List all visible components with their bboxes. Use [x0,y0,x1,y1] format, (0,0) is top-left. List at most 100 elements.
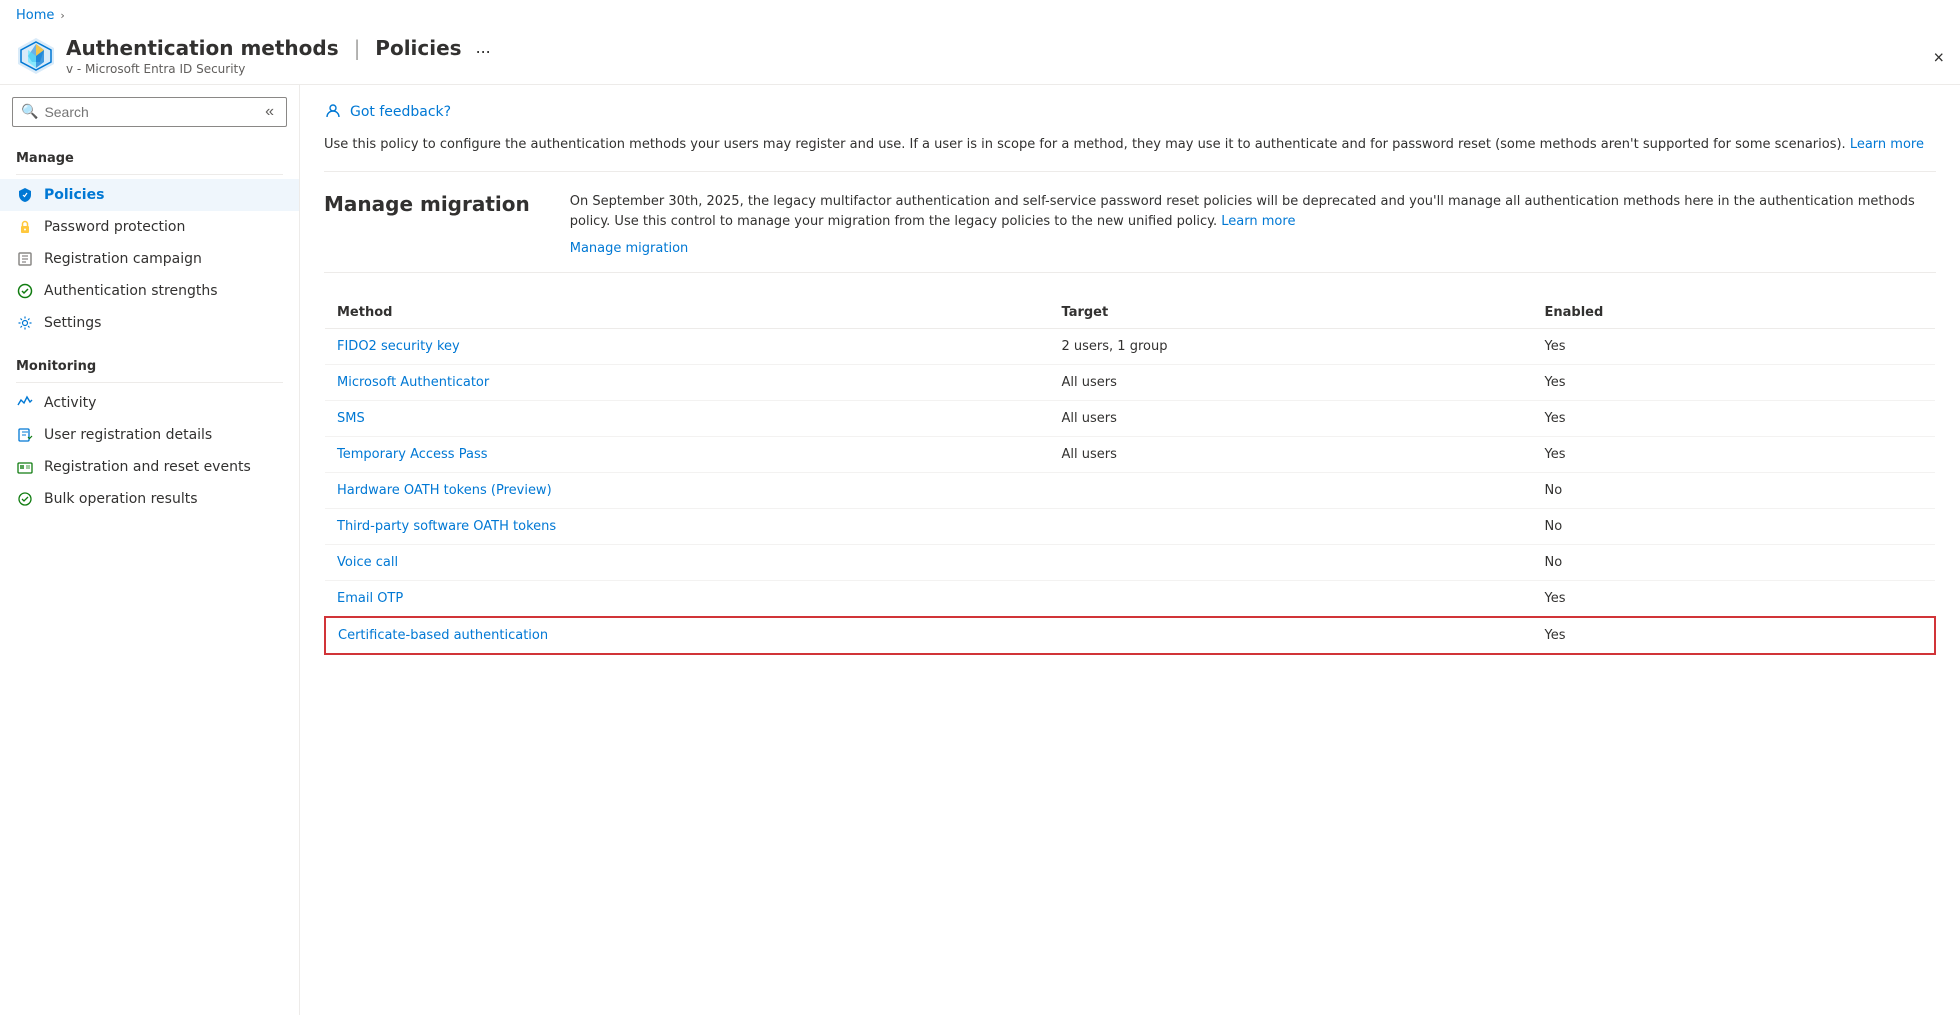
target-cell: All users [1050,401,1533,437]
title-row: Authentication methods | Policies ... [66,35,497,60]
sidebar-item-activity[interactable]: Activity [0,387,299,419]
target-cell [1050,617,1533,654]
enabled-cell: Yes [1533,401,1936,437]
col-method: Method [325,297,1050,329]
table-row: SMS All usersYes [325,401,1935,437]
sidebar-item-policies[interactable]: Policies [0,179,299,211]
bulk-icon [16,490,34,508]
collapse-button[interactable]: « [261,103,278,121]
table-row: Microsoft Authenticator All usersYes [325,365,1935,401]
target-cell: 2 users, 1 group [1050,329,1533,365]
method-link[interactable]: Certificate-based authentication [338,628,548,643]
sidebar-item-settings-label: Settings [44,315,101,331]
sidebar-item-bulk-operations[interactable]: Bulk operation results [0,483,299,515]
method-link[interactable]: Third-party software OATH tokens [337,519,556,534]
table-row: Voice call No [325,545,1935,581]
password-icon [16,218,34,236]
sidebar-item-user-reg-label: User registration details [44,427,212,443]
sidebar-item-user-registration[interactable]: User registration details [0,419,299,451]
enabled-cell: Yes [1533,581,1936,618]
method-cell: Certificate-based authentication [325,617,1050,654]
sidebar-item-registration-label: Registration campaign [44,251,202,267]
method-link[interactable]: FIDO2 security key [337,339,460,354]
table-row: Certificate-based authentication Yes [325,617,1935,654]
breadcrumb: Home › [0,0,1960,31]
sidebar-item-authentication-strengths[interactable]: Authentication strengths [0,275,299,307]
enabled-cell: Yes [1533,329,1936,365]
ellipsis-button[interactable]: ... [470,35,497,60]
method-link[interactable]: Temporary Access Pass [337,447,487,462]
migration-learn-more-link[interactable]: Learn more [1221,214,1295,229]
sidebar-item-reg-reset-events[interactable]: Registration and reset events [0,451,299,483]
monitoring-divider [16,382,283,383]
breadcrumb-home[interactable]: Home [16,8,54,23]
enabled-cell: Yes [1533,617,1936,654]
sidebar-item-bulk-label: Bulk operation results [44,491,198,507]
sidebar-item-activity-label: Activity [44,395,96,411]
sidebar-item-password-label: Password protection [44,219,185,235]
method-link[interactable]: Microsoft Authenticator [337,375,489,390]
method-cell: Microsoft Authenticator [325,365,1050,401]
registration-icon [16,250,34,268]
manage-migration-link[interactable]: Manage migration [570,241,1936,256]
auth-strengths-icon [16,282,34,300]
method-cell: FIDO2 security key [325,329,1050,365]
table-body: FIDO2 security key2 users, 1 groupYesMic… [325,329,1935,655]
page-meta: v - Microsoft Entra ID Security [66,62,497,76]
description-text: Use this policy to configure the authent… [324,135,1936,172]
sidebar-item-policies-label: Policies [44,187,104,203]
method-link[interactable]: Voice call [337,555,398,570]
enabled-cell: No [1533,473,1936,509]
method-link[interactable]: Hardware OATH tokens (Preview) [337,483,552,498]
reg-events-icon [16,458,34,476]
table-header: Method Target Enabled [325,297,1935,329]
method-cell: Voice call [325,545,1050,581]
sidebar-item-registration-campaign[interactable]: Registration campaign [0,243,299,275]
migration-content: On September 30th, 2025, the legacy mult… [570,192,1936,257]
close-button[interactable]: × [1933,47,1944,68]
target-cell [1050,581,1533,618]
sidebar-item-settings[interactable]: Settings [0,307,299,339]
monitoring-section-label: Monitoring [0,351,299,378]
col-enabled: Enabled [1533,297,1936,329]
col-target: Target [1050,297,1533,329]
migration-description: On September 30th, 2025, the legacy mult… [570,192,1936,234]
enabled-cell: Yes [1533,437,1936,473]
method-link[interactable]: Email OTP [337,591,403,606]
migration-section: Manage migration On September 30th, 2025… [324,192,1936,274]
feedback-row: Got feedback? [324,101,1936,123]
method-cell: Email OTP [325,581,1050,618]
breadcrumb-chevron: › [60,9,64,22]
table-row: Temporary Access Pass All usersYes [325,437,1935,473]
manage-section-label: Manage [0,143,299,170]
migration-title: Manage migration [324,192,530,257]
target-cell [1050,473,1533,509]
sidebar-item-auth-strengths-label: Authentication strengths [44,283,217,299]
target-cell: All users [1050,365,1533,401]
method-cell: SMS [325,401,1050,437]
methods-table: Method Target Enabled FIDO2 security key… [324,297,1936,655]
policies-icon [16,186,34,204]
search-box[interactable]: 🔍 « [12,97,287,127]
table-header-row: Method Target Enabled [325,297,1935,329]
activity-icon [16,394,34,412]
page-titles: Authentication methods | Policies ... v … [66,35,497,76]
sidebar: 🔍 « Manage Policies Password protection … [0,85,300,1015]
manage-divider [16,174,283,175]
method-link[interactable]: SMS [337,411,365,426]
feedback-icon [324,101,342,123]
search-input[interactable] [44,104,255,120]
target-cell: All users [1050,437,1533,473]
user-reg-icon [16,426,34,444]
description-learn-more-link[interactable]: Learn more [1850,137,1924,152]
app-icon [16,36,56,76]
settings-icon [16,314,34,332]
sidebar-item-password-protection[interactable]: Password protection [0,211,299,243]
method-cell: Third-party software OATH tokens [325,509,1050,545]
enabled-cell: No [1533,545,1936,581]
feedback-link[interactable]: Got feedback? [350,104,451,120]
table-row: Hardware OATH tokens (Preview) No [325,473,1935,509]
enabled-cell: Yes [1533,365,1936,401]
search-icon: 🔍 [21,104,38,120]
table-row: Email OTP Yes [325,581,1935,618]
